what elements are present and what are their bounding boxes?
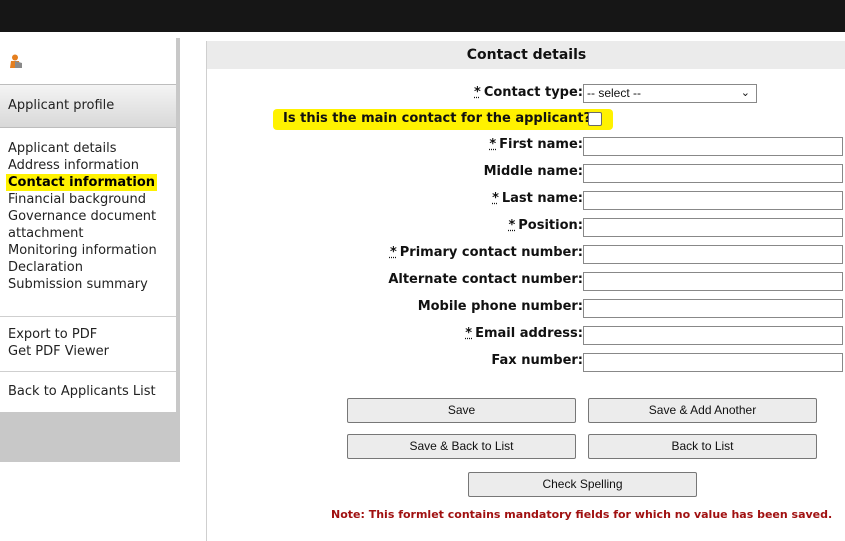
sidebar-item-financial-background[interactable]: Financial background	[8, 191, 173, 208]
contact-type-label: * Contact type:	[474, 85, 583, 100]
chevron-down-icon: ⌄	[740, 87, 750, 99]
get-pdf-viewer-link[interactable]: Get PDF Viewer	[8, 343, 109, 360]
save-back-to-list-button[interactable]: Save & Back to List	[347, 434, 576, 459]
mandatory-fields-note: Note: This formlet contains mandatory fi…	[331, 508, 833, 521]
save-add-another-button[interactable]: Save & Add Another	[588, 398, 817, 423]
contact-type-value: -- select --	[587, 86, 641, 100]
check-spelling-button[interactable]: Check Spelling	[468, 472, 697, 497]
sidebar-item-declaration[interactable]: Declaration	[8, 259, 173, 276]
alternate-contact-label: Alternate contact number:	[388, 272, 583, 287]
first-name-field[interactable]	[583, 137, 843, 156]
mobile-phone-label: Mobile phone number:	[417, 299, 583, 314]
sidebar-item-submission-summary[interactable]: Submission summary	[8, 276, 173, 293]
back-to-applicants-list-link[interactable]: Back to Applicants List	[8, 383, 156, 400]
position-label: * Position:	[508, 218, 583, 233]
sidebar: Applicant profile Applicant details Addr…	[0, 38, 180, 462]
sidebar-item-contact-information[interactable]: Contact information	[6, 174, 158, 191]
back-to-list-button[interactable]: Back to List	[588, 434, 817, 459]
middle-name-field[interactable]	[583, 164, 843, 183]
position-field[interactable]	[583, 218, 843, 237]
alternate-contact-field[interactable]	[583, 272, 843, 291]
required-marker: *	[474, 85, 481, 100]
email-label: * Email address:	[465, 326, 583, 341]
contact-type-select[interactable]: -- select -- ⌄	[583, 84, 757, 103]
email-field[interactable]	[583, 326, 843, 345]
sidebar-divider	[0, 371, 176, 372]
primary-contact-field[interactable]	[583, 245, 843, 264]
sidebar-pdf-links: Export to PDF Get PDF Viewer	[8, 326, 109, 360]
sidebar-back-links: Back to Applicants List	[8, 383, 156, 400]
sidebar-nav: Applicant details Address information Co…	[6, 140, 173, 293]
main-content: Contact details * Contact type: -- select…	[206, 41, 845, 541]
first-name-label: * First name:	[489, 137, 583, 152]
form-title: Contact details	[207, 41, 845, 69]
sidebar-item-monitoring-information[interactable]: Monitoring information	[8, 242, 173, 259]
top-bar	[0, 0, 845, 32]
main-contact-label: Is this the main contact for the applica…	[283, 111, 592, 126]
applicant-profile-label: Applicant profile	[8, 98, 115, 113]
save-button[interactable]: Save	[347, 398, 576, 423]
sidebar-item-governance-document-attachment[interactable]: Governance document attachment	[8, 208, 173, 242]
applicant-profile-header: Applicant profile	[0, 84, 176, 128]
mobile-phone-field[interactable]	[583, 299, 843, 318]
last-name-label: * Last name:	[492, 191, 583, 206]
primary-contact-label: * Primary contact number:	[389, 245, 583, 260]
sidebar-divider	[0, 316, 176, 317]
main-contact-checkbox[interactable]	[588, 112, 602, 126]
sidebar-footer-bar	[0, 412, 176, 462]
middle-name-label: Middle name:	[483, 164, 583, 179]
fax-label: Fax number:	[491, 353, 583, 368]
user-logo-icon	[10, 54, 22, 68]
sidebar-item-applicant-details[interactable]: Applicant details	[8, 140, 173, 157]
sidebar-item-address-information[interactable]: Address information	[8, 157, 173, 174]
last-name-field[interactable]	[583, 191, 843, 210]
fax-field[interactable]	[583, 353, 843, 372]
export-pdf-link[interactable]: Export to PDF	[8, 326, 109, 343]
